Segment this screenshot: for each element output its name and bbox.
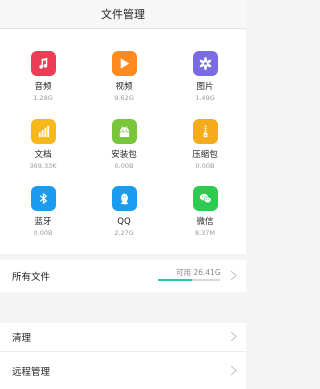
category-name: 微信: [196, 217, 214, 227]
title-bar: 文件管理: [0, 0, 246, 28]
category-name: 压缩包: [192, 150, 218, 160]
category-name: 视频: [115, 82, 133, 92]
category-packages[interactable]: 安装包 0.00B: [89, 119, 159, 181]
clean-label: 清理: [12, 333, 32, 344]
category-audio[interactable]: 音频 1.28G: [8, 51, 78, 113]
category-bluetooth[interactable]: 蓝牙 0.00B: [8, 186, 78, 248]
category-name: 图片: [196, 82, 214, 92]
category-wechat[interactable]: 微信 8.37M: [170, 186, 240, 248]
clean-row[interactable]: 清理: [0, 323, 246, 351]
category-video[interactable]: 视频 9.62G: [89, 51, 159, 113]
category-documents[interactable]: 文档 369.33K: [8, 119, 78, 181]
category-size: 1.28G: [33, 94, 53, 102]
category-grid: 音频 1.28G 视频 9.62G 图片 1.49G 文档 369.33K 安装…: [0, 29, 246, 254]
category-size: 9.62G: [114, 94, 134, 102]
chevron-right-icon: [230, 270, 237, 281]
category-name: 安装包: [111, 150, 137, 160]
all-files-label: 所有文件: [12, 272, 51, 283]
bluetooth-icon: [30, 186, 56, 211]
category-archives[interactable]: 压缩包 0.00B: [170, 119, 240, 181]
category-size: 0.00B: [195, 162, 215, 170]
all-files-row[interactable]: 所有文件 可用 26.41G: [0, 260, 246, 292]
play-icon: [111, 51, 137, 76]
category-name: 蓝牙: [34, 217, 52, 227]
storage-usage-fill: [158, 279, 193, 281]
category-name: 文档: [34, 150, 52, 160]
zipper-icon: [192, 119, 218, 144]
page-title: 文件管理: [101, 8, 145, 21]
storage-available-text: 可用 26.41G: [176, 268, 221, 277]
chevron-right-icon: [230, 331, 237, 342]
wechat-icon: [192, 186, 218, 211]
music-note-icon: [30, 51, 56, 76]
qq-icon: [111, 186, 137, 211]
category-name: 音频: [34, 82, 52, 92]
remote-management-row[interactable]: 远程管理: [0, 352, 246, 389]
category-size: 2.27G: [114, 229, 134, 237]
android-icon: [111, 119, 137, 144]
category-size: 369.33K: [29, 162, 57, 170]
category-name: QQ: [117, 217, 131, 227]
category-pictures[interactable]: 图片 1.49G: [170, 51, 240, 113]
category-size: 0.00B: [33, 229, 53, 237]
category-size: 8.37M: [194, 229, 216, 237]
category-size: 1.49G: [195, 94, 215, 102]
bar-chart-icon: [30, 119, 56, 144]
chevron-right-icon: [230, 365, 237, 376]
category-qq[interactable]: QQ 2.27G: [89, 186, 159, 248]
storage-usage-bar: [158, 279, 220, 281]
remote-management-label: 远程管理: [12, 366, 51, 378]
pinwheel-icon: [192, 51, 218, 76]
category-size: 0.00B: [114, 162, 134, 170]
